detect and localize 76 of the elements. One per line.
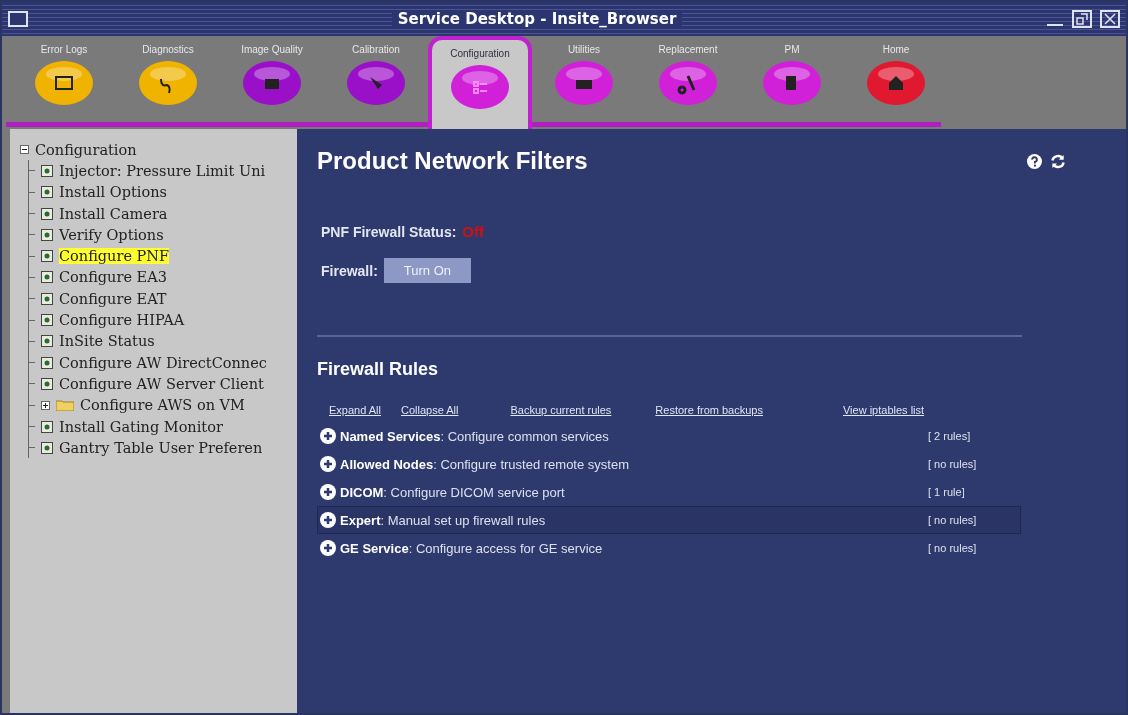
rule-count: [ no rules] — [928, 514, 978, 526]
tree-item[interactable]: Injector: Pressure Limit Uni — [59, 162, 266, 179]
tree-item[interactable]: Gantry Table User Preferen — [59, 439, 263, 456]
rules-link[interactable]: Restore from backups — [655, 404, 763, 416]
document-icon — [41, 164, 53, 177]
toolbar-tab[interactable]: Diagnostics — [116, 36, 220, 129]
toolbar-tab[interactable]: Home — [844, 36, 948, 129]
tree-item[interactable]: Configuration — [35, 141, 137, 158]
toolbar-tab[interactable]: Replacement — [636, 36, 740, 129]
rules-link[interactable]: Expand All — [329, 404, 381, 416]
tree-item[interactable]: Install Gating Monitor — [59, 418, 223, 435]
document-icon — [41, 377, 53, 390]
document-icon — [41, 314, 53, 326]
expand-icon[interactable] — [320, 540, 336, 556]
document-icon — [41, 292, 53, 305]
firewall-label: Firewall: — [321, 262, 378, 279]
rule-text: GE Service: Configure access for GE service — [340, 540, 603, 556]
page-title: Product Network Filters — [317, 147, 588, 175]
expand-icon[interactable] — [320, 484, 336, 500]
document-icon — [41, 271, 53, 284]
rule-row[interactable]: Expert: Manual set up firewall rules [ no rules] — [317, 506, 1021, 534]
tree-item[interactable]: Configure AW Server Client — [59, 375, 264, 392]
tree-item[interactable]: Configure AWS on VM — [80, 397, 245, 414]
tree-item[interactable]: Configure AW DirectConnec — [59, 354, 267, 371]
tree-item[interactable]: Configure EAT — [59, 290, 167, 307]
toolbar-tab[interactable]: Image Quality — [220, 36, 324, 129]
document-icon — [41, 250, 53, 263]
rule-count: [ 1 rule] — [928, 486, 966, 498]
window-title: Service Desktop - Insite_Browser — [391, 10, 683, 28]
help-icon[interactable] — [1027, 153, 1042, 169]
toolbar-tab[interactable]: Configuration — [428, 36, 532, 129]
rules-link[interactable]: View iptables list — [842, 404, 925, 416]
expand-icon[interactable] — [320, 456, 336, 472]
rules-link[interactable]: Collapse All — [401, 404, 459, 416]
window-menu-icon[interactable] — [8, 11, 28, 27]
folder-icon — [56, 399, 74, 412]
rule-row[interactable]: GE Service: Configure access for GE service [ no rules] — [317, 534, 1021, 562]
toolbar-tab[interactable]: PM — [740, 36, 844, 129]
tree-item[interactable]: Install Camera — [59, 205, 168, 222]
tree-item[interactable]: Configure EA3 — [59, 269, 167, 286]
document-icon — [41, 186, 53, 199]
status-label: PNF Firewall Status: — [321, 223, 457, 240]
expand-icon[interactable] — [41, 400, 50, 410]
expand-icon[interactable] — [320, 428, 336, 444]
document-icon — [41, 420, 53, 433]
section-title: Firewall Rules — [317, 359, 440, 380]
document-icon — [41, 335, 53, 348]
document-icon — [41, 441, 53, 454]
document-icon — [41, 228, 53, 241]
tree-item[interactable]: Configure PNF — [59, 248, 170, 265]
rule-count: [ no rules] — [928, 458, 978, 470]
document-icon — [41, 207, 53, 220]
rule-count: [ no rules] — [928, 542, 978, 554]
close-button[interactable] — [1100, 10, 1120, 28]
toolbar-tab[interactable]: Calibration — [324, 36, 428, 129]
rule-row[interactable]: Named Services: Configure common services [ 2 rules] — [317, 422, 1021, 450]
rule-row[interactable]: DICOM: Configure DICOM service port [ 1 rule] — [317, 478, 1021, 506]
collapse-icon[interactable] — [20, 145, 29, 155]
tree-item[interactable]: Install Options — [59, 184, 167, 201]
toolbar-tab[interactable]: Utilities — [532, 36, 636, 129]
expand-icon[interactable] — [320, 512, 336, 528]
rule-text: Expert: Manual set up firewall rules — [340, 512, 546, 528]
rule-text: DICOM: Configure DICOM service port — [340, 484, 565, 500]
toolbar-tab[interactable]: Error Logs — [12, 36, 116, 129]
rule-text: Named Services: Configure common services — [340, 428, 609, 444]
rule-count: [ 2 rules] — [928, 430, 972, 442]
rule-row[interactable]: Allowed Nodes: Configure trusted remote system [ no rules] — [317, 450, 1021, 478]
tree-item[interactable]: Configure HIPAA — [59, 312, 185, 328]
tree-item[interactable]: InSite Status — [59, 333, 155, 350]
refresh-icon[interactable] — [1050, 153, 1066, 169]
restore-button[interactable] — [1072, 10, 1092, 28]
rule-text: Allowed Nodes: Configure trusted remote system — [340, 456, 629, 472]
rules-link[interactable]: Backup current rules — [510, 404, 612, 416]
tree-item[interactable]: Verify Options — [59, 226, 164, 243]
document-icon — [41, 356, 53, 369]
status-value: Off — [462, 223, 485, 240]
